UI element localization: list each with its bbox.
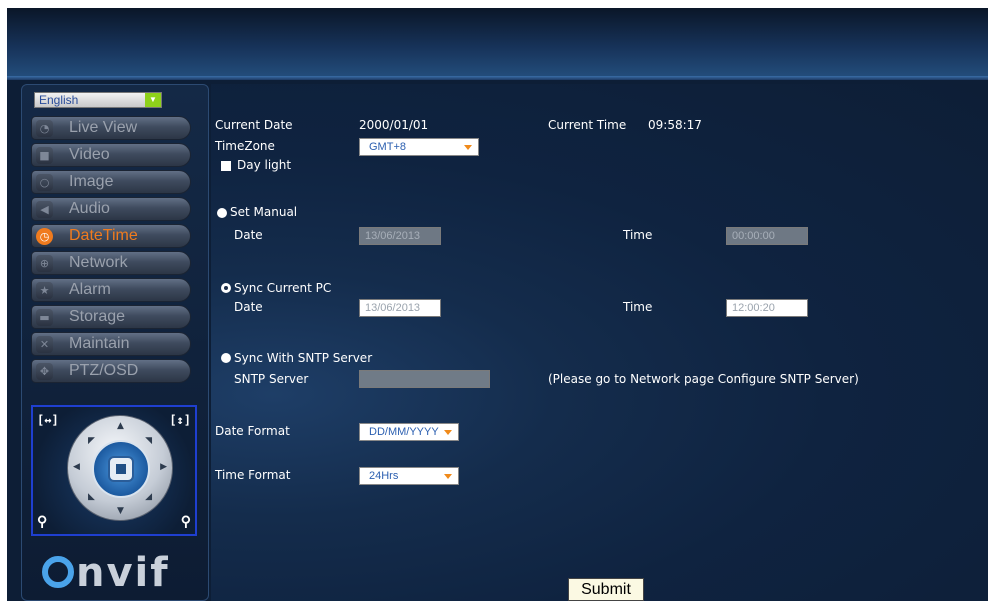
ptz-up-right-icon[interactable]: ◥: [145, 436, 152, 446]
date-format-select[interactable]: DD/MM/YYYY: [359, 423, 459, 441]
menu-item-label: Maintain: [69, 335, 130, 352]
menu-item-network[interactable]: ⊕ Network: [31, 251, 191, 275]
menu-item-alarm[interactable]: ★ Alarm: [31, 278, 191, 302]
ptz-center-ring: [92, 440, 150, 498]
logo-o-icon: [42, 556, 74, 588]
power-icon: ○: [36, 174, 53, 191]
menu-item-datetime[interactable]: ◷ DateTime: [31, 224, 191, 248]
pc-date-label: Date: [234, 300, 263, 314]
menu-item-storage[interactable]: ▬ Storage: [31, 305, 191, 329]
date-format-value: DD/MM/YYYY: [369, 426, 439, 438]
daylight-checkbox[interactable]: [221, 161, 231, 171]
manual-time-label: Time: [623, 228, 653, 242]
submit-button[interactable]: Submit: [568, 578, 644, 601]
star-icon: ★: [36, 282, 53, 299]
sntp-label: Sync With SNTP Server: [234, 351, 373, 365]
zoom-width-icon[interactable]: [↔]: [37, 413, 59, 427]
current-time-label: Current Time: [548, 118, 627, 132]
pc-time-label: Time: [623, 300, 653, 314]
current-date-value: 2000/01/01: [359, 118, 429, 132]
drive-icon: ▬: [36, 309, 53, 326]
clock-icon: ◷: [36, 228, 53, 245]
tools-icon: ✕: [36, 336, 53, 353]
ptz-stop-button[interactable]: [108, 456, 134, 482]
sync-pc-label: Sync Current PC: [234, 281, 332, 295]
menu-item-label: Audio: [69, 200, 110, 217]
app-frame: English ▼ ◔ Live View ■ Video ○ Image ◀ …: [7, 8, 988, 601]
menu-item-label: Alarm: [69, 281, 111, 298]
ptz-down-right-icon[interactable]: ◢: [145, 492, 152, 502]
timezone-value: GMT+8: [369, 141, 406, 153]
zoom-in-icon[interactable]: ⚲: [181, 514, 191, 530]
time-format-label: Time Format: [215, 468, 291, 482]
set-manual-radio[interactable]: [217, 208, 227, 218]
menu-item-label: Live View: [69, 119, 138, 136]
timezone-label: TimeZone: [215, 139, 275, 153]
sntp-server-label: SNTP Server: [234, 372, 309, 386]
menu-item-label: Image: [69, 173, 114, 190]
datetime-panel: Current Date 2000/01/01 Current Time 09:…: [211, 84, 988, 601]
menu-item-label: Storage: [69, 308, 126, 325]
header-banner: [7, 8, 988, 80]
logo-text: nvif: [76, 550, 170, 596]
ptz-control-panel: [↔] [↕] ▲ ▼ ◀ ▶ ◤ ◥ ◣ ◢ ⚲ ⚲: [31, 405, 197, 536]
ptz-down-left-icon[interactable]: ◣: [88, 492, 95, 502]
language-select-value: English: [39, 93, 79, 107]
manual-time-input[interactable]: 00:00:00: [726, 227, 808, 245]
globe-icon: ⊕: [36, 255, 53, 272]
menu-item-maintain[interactable]: ✕ Maintain: [31, 332, 191, 356]
date-format-label: Date Format: [215, 424, 290, 438]
timezone-select[interactable]: GMT+8: [359, 138, 479, 156]
chat-icon: ◔: [36, 120, 53, 137]
ptz-up-icon[interactable]: ▲: [117, 421, 124, 431]
menu-item-ptz-osd[interactable]: ✥ PTZ/OSD: [31, 359, 191, 383]
current-date-label: Current Date: [215, 118, 293, 132]
menu-item-label: PTZ/OSD: [69, 362, 139, 379]
onvif-logo: nvif: [42, 550, 170, 596]
ptz-icon: ✥: [36, 363, 53, 380]
chevron-down-icon: [444, 430, 452, 435]
menu-item-label: DateTime: [69, 227, 138, 244]
manual-date-input[interactable]: 13/06/2013: [359, 227, 441, 245]
zoom-height-icon[interactable]: [↕]: [169, 413, 191, 427]
sntp-note: (Please go to Network page Configure SNT…: [548, 372, 859, 386]
menu-item-image[interactable]: ○ Image: [31, 170, 191, 194]
camera-icon: ■: [36, 147, 53, 164]
sidebar: English ▼ ◔ Live View ■ Video ○ Image ◀ …: [21, 84, 209, 601]
pc-time-input[interactable]: 12:00:20: [726, 299, 808, 317]
menu-item-label: Network: [69, 254, 128, 271]
zoom-out-icon[interactable]: ⚲: [37, 514, 47, 530]
ptz-down-icon[interactable]: ▼: [117, 506, 124, 516]
ptz-up-left-icon[interactable]: ◤: [88, 436, 95, 446]
chevron-down-icon[interactable]: ▼: [145, 93, 161, 107]
pc-date-input[interactable]: 13/06/2013: [359, 299, 441, 317]
chevron-down-icon: [444, 474, 452, 479]
language-select[interactable]: English ▼: [34, 92, 162, 108]
menu-item-label: Video: [69, 146, 110, 163]
ptz-direction-pad[interactable]: ▲ ▼ ◀ ▶ ◤ ◥ ◣ ◢: [67, 415, 173, 521]
time-format-value: 24Hrs: [369, 470, 399, 482]
current-time-value: 09:58:17: [648, 118, 702, 132]
sync-pc-radio[interactable]: [221, 283, 231, 293]
set-manual-label: Set Manual: [230, 205, 298, 219]
chevron-down-icon: [464, 145, 472, 150]
speaker-icon: ◀: [36, 201, 53, 218]
menu-item-audio[interactable]: ◀ Audio: [31, 197, 191, 221]
menu-item-live-view[interactable]: ◔ Live View: [31, 116, 191, 140]
time-format-select[interactable]: 24Hrs: [359, 467, 459, 485]
sntp-radio[interactable]: [221, 353, 231, 363]
manual-date-label: Date: [234, 228, 263, 242]
daylight-label: Day light: [237, 158, 292, 172]
menu-item-video[interactable]: ■ Video: [31, 143, 191, 167]
ptz-right-icon[interactable]: ▶: [160, 462, 167, 472]
sntp-server-input[interactable]: [359, 370, 490, 388]
ptz-left-icon[interactable]: ◀: [73, 462, 80, 472]
